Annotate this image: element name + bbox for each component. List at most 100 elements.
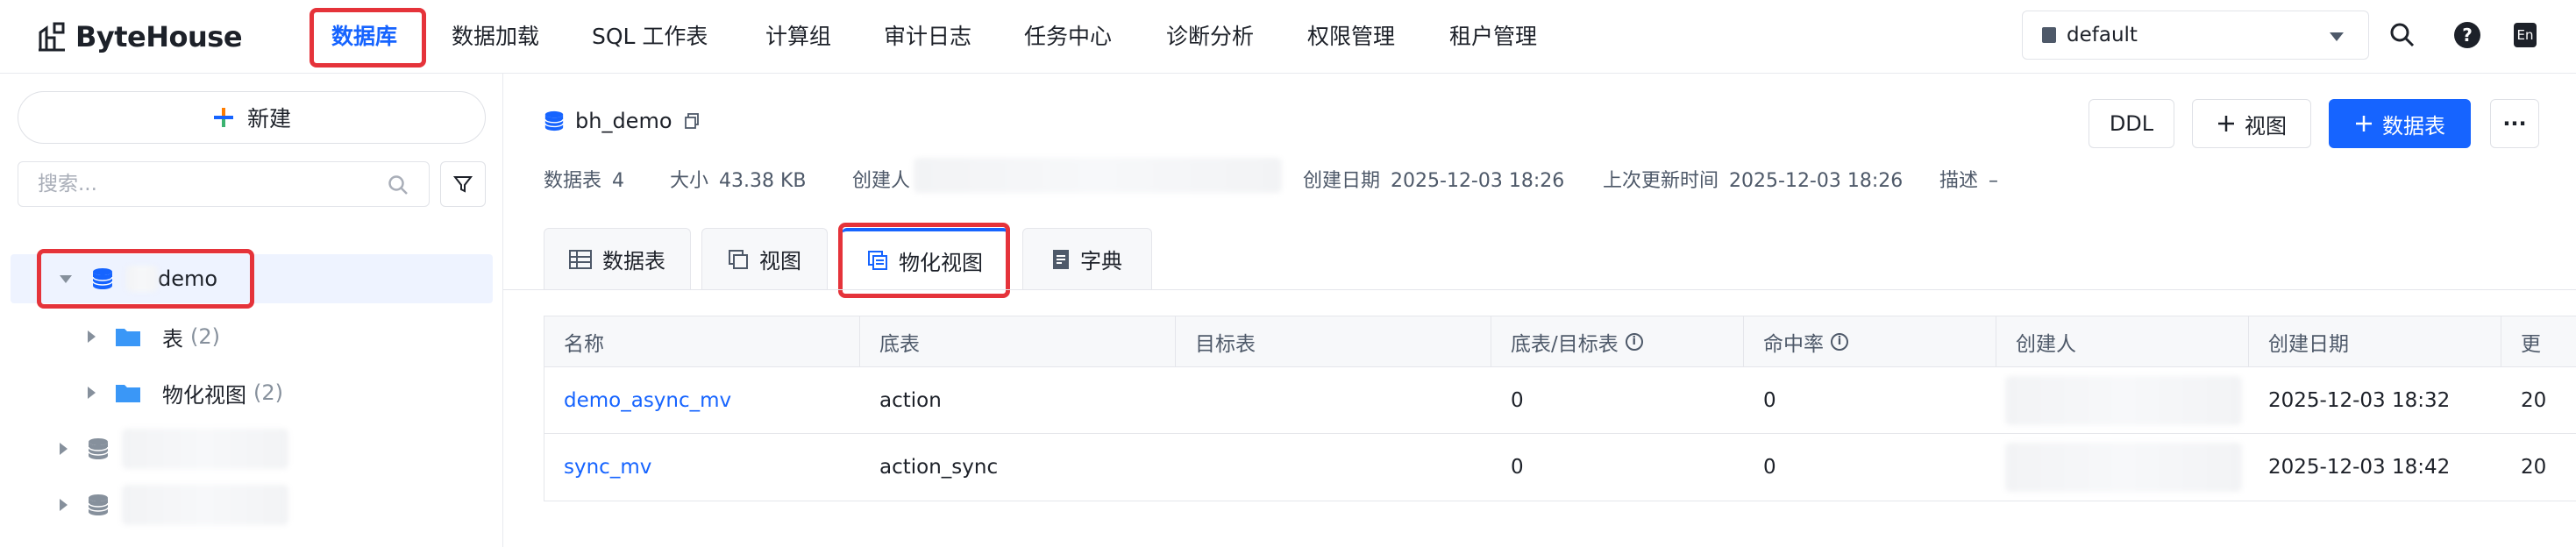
tree-item-count: (2) [253, 380, 283, 405]
logo[interactable]: ByteHouse [35, 18, 243, 56]
column-header-created[interactable]: 创建日期 [2249, 316, 2501, 366]
sidebar: 新建 demo [0, 74, 503, 547]
database-icon [88, 438, 109, 459]
column-header-updated[interactable]: 更 [2501, 316, 2576, 366]
meta-tables: 数据表 4 [544, 170, 625, 192]
filter-button[interactable] [440, 161, 486, 207]
tab-tables[interactable]: 数据表 [544, 228, 691, 289]
tree-item-count: (2) [190, 324, 220, 349]
blurred-name [122, 485, 288, 525]
nav-item-task-center[interactable]: 任务中心 [1024, 21, 1112, 53]
nav-item-audit-log[interactable]: 审计日志 [884, 21, 971, 53]
new-button[interactable]: 新建 [18, 91, 486, 144]
language-switch[interactable]: En [2509, 19, 2541, 51]
tree-item-label: 物化视图 [162, 382, 246, 408]
sidebar-search[interactable] [18, 161, 430, 207]
mv-name-link[interactable]: sync_mv [544, 434, 860, 501]
highlight-box-nav [310, 8, 426, 67]
mv-name-link[interactable]: demo_async_mv [544, 367, 860, 433]
tree-item-db-blurred-2[interactable] [0, 480, 288, 529]
column-header-creator[interactable]: 创建人 [1996, 316, 2249, 366]
search-icon[interactable] [2387, 19, 2418, 51]
app-root: ByteHouse 数据库 数据加载 SQL 工作表 计算组 审计日志 任务中心… [0, 0, 2576, 547]
new-button-label: 新建 [246, 106, 291, 131]
tab-dictionary[interactable]: 字典 [1022, 228, 1152, 289]
database-select-value: default [2067, 24, 2138, 46]
cell-created: 2025-12-03 18:42 [2268, 456, 2451, 479]
meta-size: 大小 43.38 KB [670, 170, 807, 192]
cell-base-table: action_sync [879, 456, 999, 479]
table-header-row: 名称 底表 目标表 底表/目标表 i 命中率 i 创建人 创建日期 更 [544, 316, 2576, 367]
materialized-view-table: 名称 底表 目标表 底表/目标表 i 命中率 i 创建人 创建日期 更 demo… [544, 316, 2576, 501]
meta-creator: 创建人 [852, 170, 911, 192]
chevron-right-icon[interactable] [88, 330, 96, 343]
plus-icon [213, 108, 233, 127]
view-icon [729, 249, 748, 269]
more-button[interactable]: ··· [2490, 99, 2539, 148]
blurred-creator [2005, 443, 2242, 492]
create-table-button[interactable]: 数据表 [2329, 99, 2471, 148]
column-header-base-table[interactable]: 底表 [860, 316, 1176, 366]
column-header-name[interactable]: 名称 [544, 316, 860, 366]
cell-target-table [1176, 434, 1491, 501]
plus-icon [2218, 116, 2234, 131]
top-nav-bar: ByteHouse 数据库 数据加载 SQL 工作表 计算组 审计日志 任务中心… [0, 0, 2576, 74]
nav-item-diagnosis[interactable]: 诊断分析 [1166, 21, 1254, 53]
cell-updated: 20 [2521, 456, 2547, 479]
tree-item-label: 表 [162, 326, 183, 352]
tab-views[interactable]: 视图 [701, 228, 828, 289]
chevron-down-icon [2330, 32, 2344, 41]
chevron-right-icon[interactable] [88, 387, 96, 399]
nav-item-permissions[interactable]: 权限管理 [1307, 21, 1395, 53]
help-icon[interactable]: ? [2451, 19, 2483, 51]
folder-icon [116, 385, 140, 402]
column-header-hit-rate[interactable]: 命中率 i [1744, 316, 1996, 366]
search-input[interactable] [38, 173, 371, 195]
chevron-right-icon[interactable] [60, 443, 68, 455]
cell-updated: 20 [2521, 388, 2547, 412]
nav-item-data-loading[interactable]: 数据加载 [452, 21, 539, 53]
tree-item-db-blurred-1[interactable] [0, 424, 288, 473]
search-icon [388, 175, 408, 195]
table-row: sync_mv action_sync 0 0 2025-12-03 18:42… [544, 434, 2576, 501]
tab-divider [503, 289, 2576, 290]
nav-item-tenant[interactable]: 租户管理 [1449, 21, 1537, 53]
folder-icon [116, 329, 140, 346]
top-icon-spacer [2548, 19, 2576, 51]
nav-item-sql-worksheet[interactable]: SQL 工作表 [592, 21, 708, 53]
database-select[interactable]: default [2022, 11, 2369, 60]
cell-ratio: 0 [1511, 388, 1524, 412]
info-icon[interactable]: i [1625, 332, 1643, 351]
highlight-box-tab [838, 223, 1010, 298]
column-header-target-table[interactable]: 目标表 [1176, 316, 1491, 366]
plus-icon [2356, 116, 2372, 131]
cell-hit-rate: 0 [1763, 388, 1776, 412]
main-panel: bh_demo 数据表 4 大小 43.38 KB 创建人 创建日期 2025-12-… [503, 74, 2576, 547]
meta-updated: 上次更新时间 2025-12-03 18:26 [1603, 170, 1904, 192]
info-icon[interactable]: i [1831, 332, 1848, 351]
dictionary-icon [1053, 249, 1069, 269]
table-icon [569, 249, 592, 269]
tree-item-tables[interactable]: 表 (2) [0, 312, 220, 361]
create-view-button[interactable]: 视图 [2192, 99, 2311, 148]
database-name: bh_demo [575, 109, 672, 133]
highlight-box-tree [37, 249, 254, 309]
cell-target-table [1176, 367, 1491, 433]
chevron-right-icon[interactable] [60, 499, 68, 511]
nav-item-compute-group[interactable]: 计算组 [765, 21, 831, 53]
cell-ratio: 0 [1511, 456, 1524, 479]
meta-created: 创建日期 2025-12-03 18:26 [1303, 170, 1565, 192]
table-row: demo_async_mv action 0 0 2025-12-03 18:3… [544, 367, 2576, 434]
copy-icon[interactable] [683, 112, 701, 130]
bytehouse-logo-icon [39, 22, 65, 52]
meta-description: 描述 – [1939, 170, 1999, 192]
cell-base-table: action [879, 388, 942, 412]
filter-icon [452, 176, 473, 193]
logo-text: ByteHouse [75, 20, 243, 53]
cell-created: 2025-12-03 18:32 [2268, 388, 2451, 412]
ddl-button[interactable]: DDL [2089, 99, 2174, 148]
column-header-ratio[interactable]: 底表/目标表 i [1491, 316, 1744, 366]
database-small-icon [2042, 27, 2056, 43]
database-icon [544, 110, 564, 131]
tree-item-materialized-views[interactable]: 物化视图 (2) [0, 368, 283, 417]
